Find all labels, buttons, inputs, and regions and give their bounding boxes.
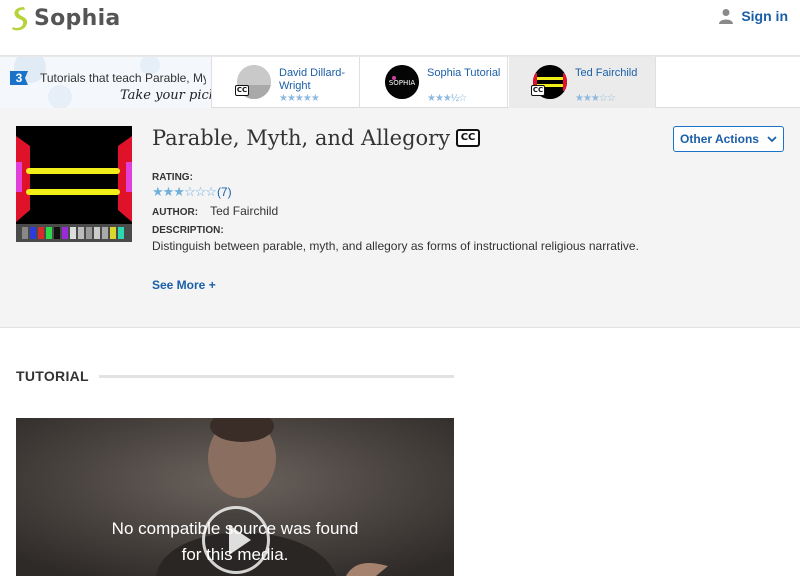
picks-tagline: Take your pick: (120, 88, 212, 103)
tutorial-thumbnail[interactable] (16, 126, 132, 242)
pick-card-sophia-tutorial[interactable]: SOPHIA Sophia Tutorial ★★★½☆ (361, 57, 508, 109)
rating-count[interactable]: (7) (217, 185, 232, 199)
top-navigation-bar: Sophia Sign in (0, 0, 800, 56)
pick-author-name: David Dillard-Wright (279, 67, 346, 92)
rating-label: RATING: (152, 172, 193, 183)
rating-row: ★★★☆☆☆ (7) (152, 184, 232, 200)
tutorial-description: Distinguish between parable, myth, and a… (152, 239, 639, 253)
tutorial-section-header: TUTORIAL (16, 368, 454, 384)
tutorial-title-text: Parable, Myth, and Allegory (152, 126, 451, 150)
sophia-logo[interactable]: Sophia (10, 4, 121, 32)
svg-text:SOPHIA: SOPHIA (389, 79, 416, 87)
closed-captions-icon: CC (456, 129, 481, 147)
pick-author-name: Ted Fairchild (575, 67, 638, 79)
video-player[interactable]: No compatible source was found for this … (16, 418, 454, 576)
author-row: AUTHOR: Ted Fairchild (152, 204, 278, 218)
tutorial-title: Parable, Myth, and Allegory CC (152, 126, 481, 150)
picks-count-badge: 3 (8, 69, 30, 87)
pick-rating-stars: ★★★☆☆ (575, 93, 616, 104)
logo-wordmark: Sophia (34, 5, 121, 31)
sign-in-label: Sign in (741, 8, 788, 24)
picks-intro: 3 Tutorials that teach Parable, My Take … (0, 57, 212, 109)
author-label: AUTHOR: (152, 207, 199, 218)
pick-rating-stars: ★★★½☆ (427, 93, 467, 104)
picks-count: 3 (15, 71, 23, 85)
see-more-link[interactable]: See More + (152, 278, 216, 292)
sign-in-link[interactable]: Sign in (719, 8, 788, 24)
pick-card-ted-fairchild[interactable]: CC Ted Fairchild ★★★☆☆ (509, 57, 656, 109)
rating-stars[interactable]: ★★★☆☆☆ (152, 184, 217, 200)
pick-thumbnail: SOPHIA (385, 65, 419, 99)
tutorial-info-panel: Parable, Myth, and Allegory CC RATING: ★… (0, 108, 800, 328)
person-icon (719, 9, 734, 24)
chevron-down-icon (767, 135, 777, 142)
picks-intro-text: Tutorials that teach Parable, My (40, 71, 206, 85)
author-name[interactable]: Ted Fairchild (210, 204, 278, 218)
other-actions-button[interactable]: Other Actions (673, 126, 784, 152)
tutorial-thumbnail-image (16, 126, 132, 242)
video-error-line-2: for this media. (181, 545, 289, 564)
tutorial-picks-strip: 3 Tutorials that teach Parable, My Take … (0, 56, 800, 109)
description-label: DESCRIPTION: (152, 225, 224, 236)
pick-author-name: Sophia Tutorial (427, 67, 501, 79)
section-title: TUTORIAL (16, 368, 89, 384)
closed-captions-icon: CC (235, 85, 249, 96)
pick-thumbnail-image: SOPHIA (385, 65, 419, 99)
video-error-line-1: No compatible source was found (111, 519, 359, 538)
sophia-logo-icon (12, 7, 28, 31)
section-divider (98, 374, 454, 378)
pick-rating-stars: ★★★★★ (279, 93, 320, 104)
video-error-message: No compatible source was found for this … (16, 516, 454, 568)
pick-card-david-dillard-wright[interactable]: CC David Dillard-Wright ★★★★★ (213, 57, 360, 109)
other-actions-label: Other Actions (680, 132, 759, 146)
closed-captions-icon: CC (531, 85, 545, 96)
